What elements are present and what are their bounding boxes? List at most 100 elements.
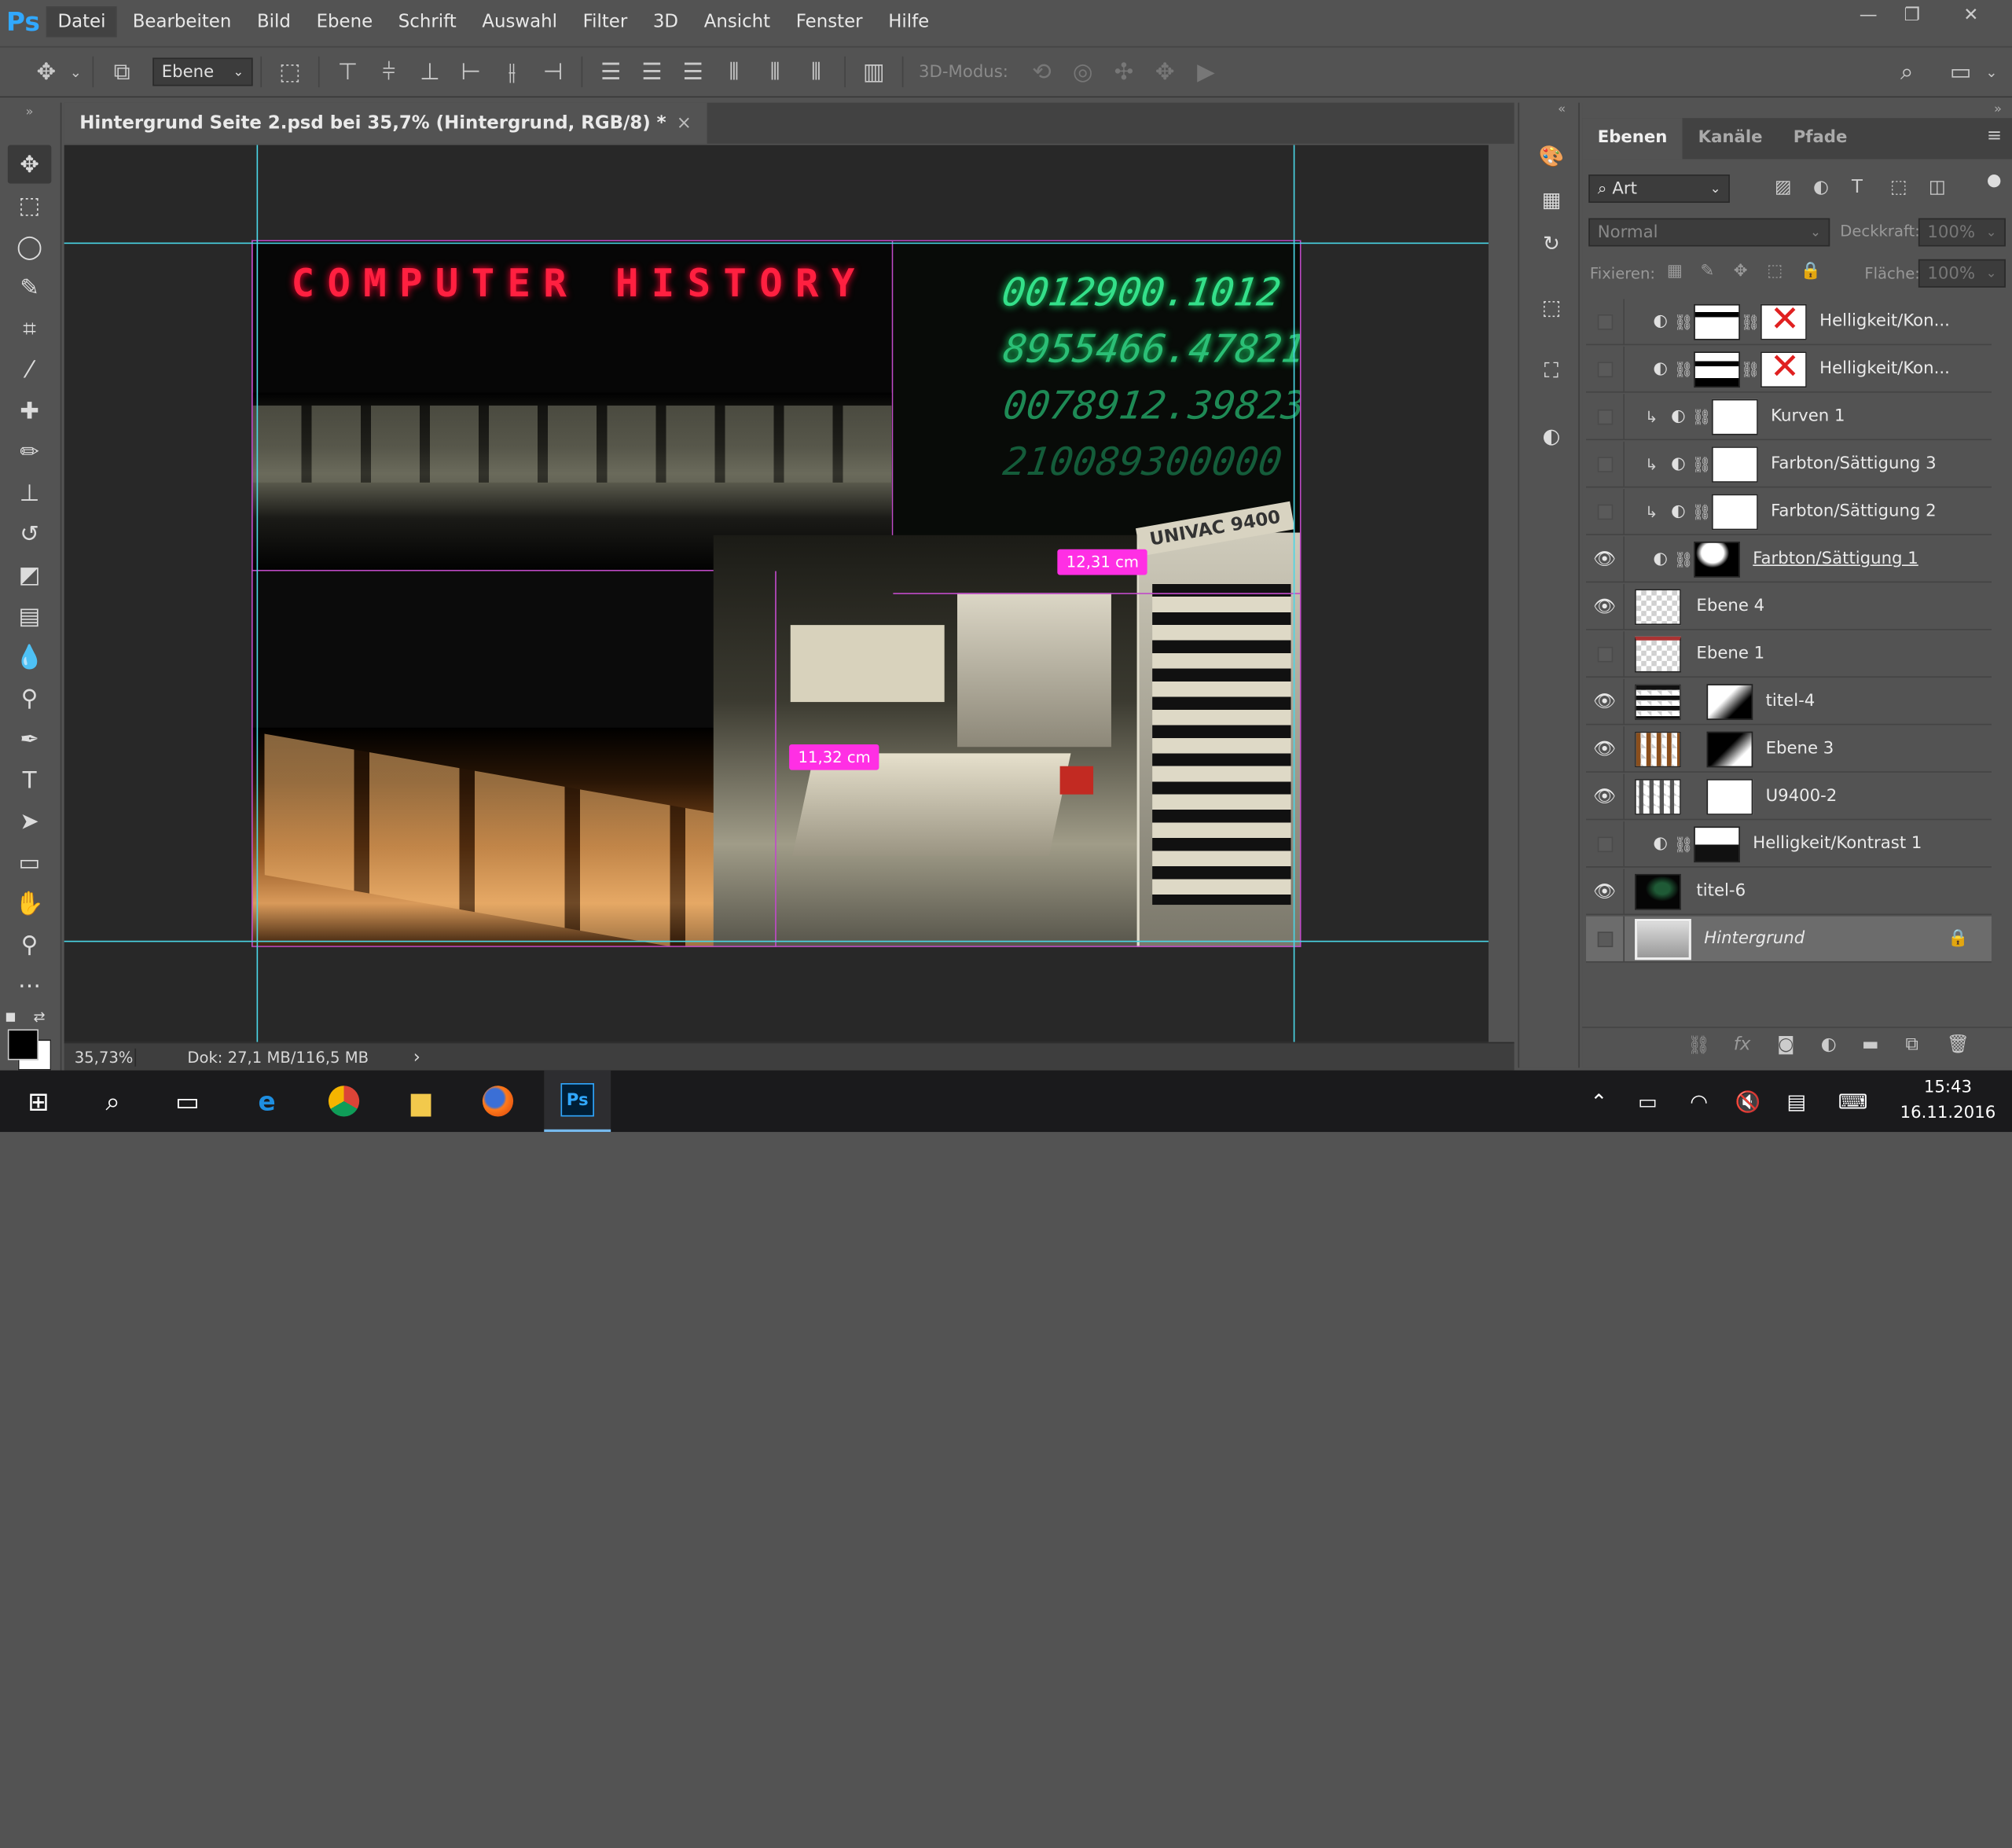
delete-layer-icon[interactable]: 🗑	[1947, 1034, 1970, 1055]
lock-transparency-icon[interactable]: ▦	[1667, 262, 1683, 281]
3d-scale-icon[interactable]: ▶	[1185, 58, 1226, 85]
layer-row[interactable]: Ebene 1	[1586, 630, 1992, 678]
move-tool-icon[interactable]: ✥	[26, 58, 67, 85]
link-layers-icon[interactable]: ⛓	[1687, 1036, 1710, 1056]
dodge-tool-icon[interactable]: ⚲	[8, 679, 52, 718]
menu-datei[interactable]: Datei	[46, 6, 118, 38]
workspace-chevron-icon[interactable]: ⌄	[1971, 64, 2012, 80]
firefox-icon[interactable]	[472, 1081, 523, 1122]
task-view-icon[interactable]: ▭	[162, 1081, 213, 1122]
move-tool-icon[interactable]: ✥	[7, 145, 52, 184]
visibility-toggle[interactable]	[1586, 488, 1625, 535]
color-panel-icon[interactable]: 🎨	[1535, 138, 1568, 171]
3d-slide-icon[interactable]: ✥	[1144, 58, 1185, 85]
layer-row[interactable]: 👁 titel-6	[1586, 868, 1992, 916]
layer-row[interactable]: 👁 Ebene 4	[1586, 583, 1992, 630]
swatches-panel-icon[interactable]: ▦	[1535, 182, 1568, 215]
layer-thumbnail[interactable]	[1635, 918, 1691, 960]
menu-fenster[interactable]: Fenster	[786, 8, 873, 36]
layer-mask-thumbnail[interactable]	[1712, 398, 1758, 435]
system-clock[interactable]: 15:43 16.11.2016	[1896, 1075, 1999, 1126]
history-panel-icon[interactable]: ↻	[1535, 226, 1568, 259]
distribute-right-icon[interactable]: ⦀	[795, 58, 836, 85]
tool-preset-chevron-icon[interactable]: ⌄	[67, 64, 85, 80]
align-hcenter-icon[interactable]: ⫲	[491, 58, 532, 85]
visibility-toggle[interactable]: 👁	[1586, 773, 1625, 820]
layer-filter-dropdown[interactable]: ⌕ Art ⌄	[1588, 175, 1730, 203]
distribute-top-icon[interactable]: ☰	[590, 58, 631, 85]
transform-controls-icon[interactable]: ⬚	[270, 58, 310, 85]
quick-selection-tool-icon[interactable]: ✎	[8, 268, 52, 307]
status-menu-arrow-icon[interactable]: ›	[413, 1046, 420, 1067]
visibility-toggle[interactable]	[1586, 440, 1625, 487]
visibility-toggle[interactable]: 👁	[1586, 726, 1625, 773]
healing-brush-tool-icon[interactable]: ✚	[8, 391, 52, 430]
foreground-color-swatch[interactable]	[7, 1029, 39, 1060]
layer-mask-thumbnail[interactable]	[1706, 778, 1753, 814]
layer-mask-thumbnail[interactable]	[1694, 303, 1740, 340]
zoom-tool-icon[interactable]: ⚲	[8, 925, 52, 964]
search-icon[interactable]: ⌕	[1886, 58, 1927, 85]
default-colors-icon[interactable]: ■	[6, 1012, 21, 1027]
eyedropper-tool-icon[interactable]: ⁄	[8, 351, 52, 389]
windows-start-icon[interactable]: ⊞	[13, 1081, 64, 1122]
menu-ebene[interactable]: Ebene	[307, 8, 384, 36]
visibility-toggle[interactable]: 👁	[1586, 535, 1625, 582]
auto-align-icon[interactable]: ▥	[854, 58, 894, 85]
new-group-icon[interactable]: ▬	[1862, 1034, 1879, 1055]
new-adjustment-icon[interactable]: ◐	[1821, 1034, 1837, 1055]
align-right-icon[interactable]: ⊣	[533, 58, 574, 85]
layer-mask-thumbnail[interactable]	[1712, 446, 1758, 483]
chrome-icon[interactable]	[318, 1081, 369, 1122]
layer-row[interactable]: ↳ ◐ ⛓ Kurven 1	[1586, 393, 1992, 441]
battery-icon[interactable]: ▭	[1622, 1081, 1673, 1122]
layer-mask-thumbnail[interactable]	[1712, 493, 1758, 530]
volume-muted-icon[interactable]: 🔇	[1722, 1081, 1773, 1122]
layer-thumbnail[interactable]	[1635, 730, 1681, 767]
menu-auswahl[interactable]: Auswahl	[472, 8, 567, 36]
collapse-panel-icon[interactable]: »	[1994, 103, 2002, 117]
visibility-toggle[interactable]	[1586, 346, 1625, 392]
zoom-level[interactable]: 35,73%	[64, 1048, 137, 1066]
menu-bild[interactable]: Bild	[247, 8, 301, 36]
layer-thumbnail[interactable]	[1635, 873, 1681, 909]
lock-pixels-icon[interactable]: ✎	[1700, 262, 1714, 281]
adjustments-panel-icon[interactable]: ◐	[1535, 418, 1568, 451]
layer-thumbnail[interactable]	[1635, 683, 1681, 720]
collapse-toolbar-icon[interactable]: »	[8, 105, 52, 119]
document-canvas[interactable]: COMPUTER HISTORY 0012900.1012 8955466.47…	[252, 240, 1302, 947]
menu-schrift[interactable]: Schrift	[388, 8, 467, 36]
visibility-toggle[interactable]: 👁	[1586, 678, 1625, 725]
opacity-input[interactable]: 100% ⌄	[1918, 218, 2006, 247]
filter-shape-icon[interactable]: ⬚	[1890, 177, 1907, 197]
visibility-toggle[interactable]: 👁	[1586, 868, 1625, 915]
close-tab-icon[interactable]: ×	[677, 113, 692, 134]
wifi-icon[interactable]: ◠	[1673, 1081, 1724, 1122]
layer-row[interactable]: 👁 titel-4	[1586, 678, 1992, 726]
filter-pixel-icon[interactable]: ▨	[1775, 177, 1792, 197]
layer-row[interactable]: ↳ ◐ ⛓ Farbton/Sättigung 2	[1586, 488, 1992, 535]
menu-hilfe[interactable]: Hilfe	[878, 8, 939, 36]
show-hidden-icons-icon[interactable]: ⌃	[1573, 1081, 1625, 1122]
layer-mask-thumbnail[interactable]	[1706, 683, 1753, 720]
layer-thumbnail[interactable]	[1635, 636, 1681, 672]
layer-mask-thumbnail[interactable]	[1694, 351, 1740, 388]
rectangle-tool-icon[interactable]: ▭	[8, 843, 52, 882]
guide-vertical-left[interactable]	[256, 145, 259, 1042]
history-brush-tool-icon[interactable]: ↺	[8, 515, 52, 553]
visibility-toggle[interactable]	[1586, 298, 1625, 345]
distribute-vcenter-icon[interactable]: ☰	[631, 58, 672, 85]
menu-bearbeiten[interactable]: Bearbeiten	[123, 8, 242, 36]
close-button[interactable]: ✕	[1945, 0, 1996, 31]
file-explorer-icon[interactable]: ▆	[395, 1081, 446, 1122]
layer-thumbnail[interactable]	[1635, 778, 1681, 814]
layer-row[interactable]: ↳ ◐ ⛓ Farbton/Sättigung 3	[1586, 440, 1992, 488]
type-tool-icon[interactable]: T	[8, 761, 52, 799]
menu-ansicht[interactable]: Ansicht	[694, 8, 781, 36]
vector-mask-thumbnail[interactable]: ✕	[1760, 297, 1807, 340]
hand-tool-icon[interactable]: ✋	[8, 884, 52, 923]
layer-row-selected[interactable]: Hintergrund 🔒	[1586, 915, 1992, 963]
properties-panel-icon[interactable]: ⛶	[1535, 355, 1568, 388]
guide-horizontal-bottom[interactable]	[64, 940, 1489, 942]
panel-menu-icon[interactable]: ≡	[1987, 126, 2002, 146]
